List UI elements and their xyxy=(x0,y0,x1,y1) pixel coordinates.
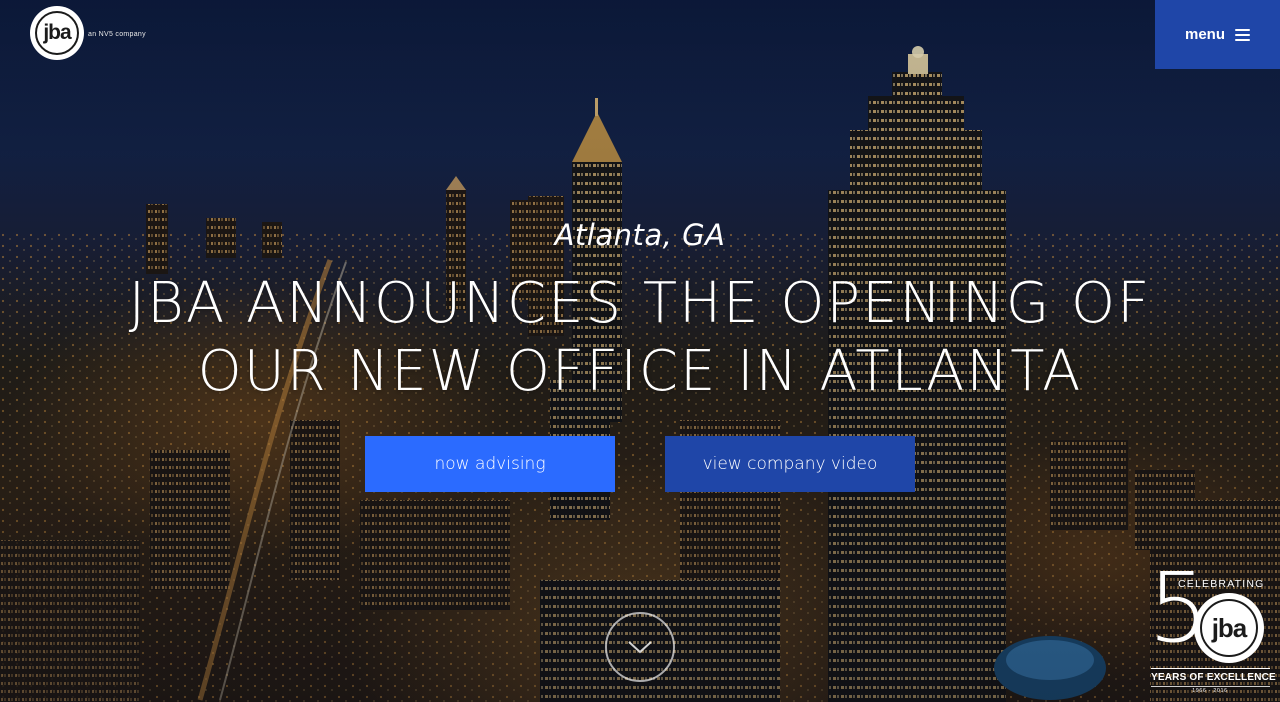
anniversary-badge: 5 CELEBRATING jba YEARS OF EXCELLENCE 19… xyxy=(1148,560,1276,698)
anniversary-years-text: YEARS OF EXCELLENCE xyxy=(1151,672,1276,683)
logo-tagline: an NV5 company xyxy=(88,30,146,38)
now-advising-button[interactable]: now advising xyxy=(365,436,615,492)
chevron-down-icon xyxy=(628,641,652,654)
anniversary-dates: 1966 - 2016 xyxy=(1192,688,1228,694)
hero-headline: JBA ANNOUNCES THE OPENING OF OUR NEW OFF… xyxy=(60,270,1220,406)
hero-headline-line-1: JBA ANNOUNCES THE OPENING OF xyxy=(128,271,1152,336)
menu-label: menu xyxy=(1184,26,1225,43)
hero-location: Atlanta, GA xyxy=(554,218,726,252)
anniversary-divider-top xyxy=(1151,668,1270,669)
anniversary-jba-logo: jba xyxy=(1194,593,1264,663)
jba-logo-badge: jba xyxy=(30,6,84,60)
anniversary-logo-text: jba xyxy=(1211,612,1248,643)
anniversary-divider-bottom xyxy=(1151,686,1270,687)
menu-button[interactable]: menu xyxy=(1155,0,1280,69)
hamburger-icon xyxy=(1235,28,1250,41)
logo-text: jba xyxy=(43,21,71,44)
anniversary-celebrating: CELEBRATING xyxy=(1178,578,1265,590)
scroll-down-button[interactable] xyxy=(605,612,675,682)
view-company-video-button[interactable]: view company video xyxy=(665,436,915,492)
site-logo[interactable]: jba an NV5 company xyxy=(30,6,146,60)
hero-headline-line-2: OUR NEW OFFICE IN ATLANTA xyxy=(197,339,1083,404)
